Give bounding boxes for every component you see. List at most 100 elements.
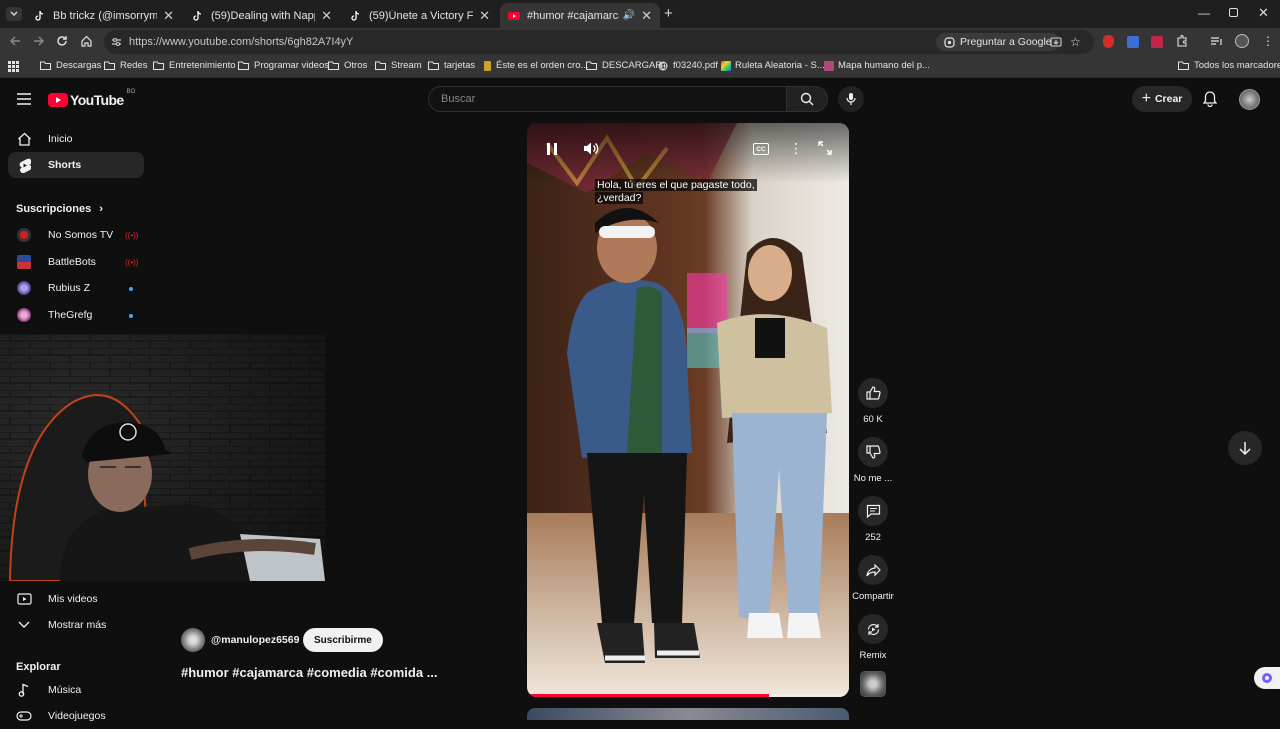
closed-captions-icon[interactable]: CC — [753, 143, 769, 155]
short-title[interactable]: #humor #cajamarca #comedia #comida ... — [181, 665, 438, 680]
more-vert-icon[interactable]: ⋮ — [789, 140, 803, 157]
new-content-dot — [129, 314, 133, 318]
bookmark-link[interactable]: f03240.pdf — [658, 60, 718, 71]
folder-icon — [238, 61, 249, 70]
video-library-icon — [16, 593, 32, 605]
search-button[interactable] — [786, 86, 828, 112]
sidebar-item-my-videos[interactable]: Mis videos — [8, 586, 144, 612]
subscription-item[interactable]: No Somos TV — [8, 222, 144, 248]
close-icon[interactable]: ✕ — [163, 8, 174, 24]
youtube-logo-icon — [48, 93, 68, 107]
tab-search-button[interactable] — [6, 7, 22, 21]
progress-bar[interactable] — [527, 694, 849, 697]
site-info-icon[interactable] — [111, 37, 122, 47]
search-input[interactable]: Buscar — [428, 86, 787, 112]
install-app-icon[interactable] — [1050, 36, 1062, 48]
sidebar-item-music[interactable]: Música — [8, 677, 144, 703]
browser-tab[interactable]: (59)Dealing with Nappy Explosi ✕ — [184, 3, 340, 28]
volume-icon[interactable] — [583, 141, 599, 156]
remix-button[interactable]: Remix — [852, 614, 894, 661]
bookmark-link[interactable]: Mapa humano del p... — [824, 60, 930, 71]
bookmarks-bar: Descargas Redes Entretenimiento Programa… — [0, 56, 1280, 78]
audio-source-thumbnail[interactable] — [860, 671, 886, 697]
short-video-player[interactable]: CC ⋮ Hola, tú eres el que pagaste todo, … — [527, 123, 849, 697]
minimize-icon[interactable]: — — [1198, 6, 1210, 20]
close-icon[interactable]: ✕ — [641, 8, 652, 24]
extensions-puzzle-icon[interactable] — [1176, 35, 1188, 47]
close-icon[interactable]: ✕ — [479, 8, 490, 24]
media-controls-icon[interactable] — [1210, 36, 1223, 47]
chevron-down-icon — [10, 11, 18, 16]
subscribe-button[interactable]: Suscribirme — [303, 628, 383, 652]
like-button[interactable]: 60 K — [852, 378, 894, 425]
pause-icon[interactable] — [545, 142, 559, 156]
extension-icon[interactable] — [1151, 36, 1163, 48]
speaker-icon[interactable]: 🔊 — [623, 10, 635, 21]
new-tab-plus-icon[interactable]: + — [664, 5, 673, 22]
lens-icon — [944, 36, 955, 48]
back-arrow-icon[interactable] — [9, 35, 21, 47]
account-avatar[interactable] — [1239, 89, 1260, 110]
comments-button[interactable]: 252 — [852, 496, 894, 543]
webcam-overlay — [0, 334, 325, 581]
bookmark-label: Éste es el orden cro... — [496, 60, 589, 71]
browser-tab[interactable]: Bb trickz (@imsorrymissjackson ✕ — [26, 3, 182, 28]
restore-icon[interactable] — [1229, 8, 1238, 17]
fullscreen-icon[interactable] — [818, 141, 832, 155]
translate-extension-icon[interactable] — [1127, 36, 1139, 48]
remix-icon — [867, 623, 879, 635]
youtube-logo[interactable]: YouTube BO — [48, 89, 135, 108]
share-button[interactable]: Compartir — [852, 555, 894, 602]
create-button[interactable]: + Crear — [1132, 86, 1192, 112]
hamburger-menu-icon[interactable] — [17, 93, 31, 105]
browser-tab[interactable]: (59)Únete a Victory F.C.: Entren ✕ — [342, 3, 498, 28]
bookmark-folder[interactable]: Descargas — [40, 60, 101, 71]
bookmark-folder[interactable]: Stream — [375, 60, 422, 71]
notifications-bell-icon[interactable] — [1203, 91, 1217, 107]
sidebar-item-label: Música — [48, 684, 82, 696]
close-icon[interactable]: ✕ — [321, 8, 332, 24]
folder-icon — [586, 61, 597, 70]
bookmark-folder[interactable]: DESCARGAR — [586, 60, 662, 71]
all-bookmarks-folder[interactable]: Todos los marcadores — [1178, 60, 1280, 71]
folder-icon — [40, 61, 51, 70]
bookmark-folder[interactable]: Programar videos — [238, 60, 329, 71]
dislike-button[interactable]: No me ... — [852, 437, 894, 484]
bookmark-star-icon[interactable]: ☆ — [1070, 35, 1081, 49]
sidebar-show-more[interactable]: Mostrar más — [8, 612, 144, 638]
apps-grid-icon[interactable] — [8, 61, 19, 72]
sidebar-item-gaming[interactable]: Videojuegos — [8, 703, 144, 729]
bookmark-folder[interactable]: Entretenimiento — [153, 60, 236, 71]
close-window-icon[interactable]: ✕ — [1258, 5, 1269, 21]
ask-google-button[interactable]: Preguntar a Google — [936, 33, 1060, 51]
more-vert-icon[interactable]: ⋮ — [1262, 34, 1274, 48]
home-icon[interactable] — [80, 35, 93, 47]
like-count: 60 K — [863, 414, 883, 425]
profile-avatar[interactable] — [1235, 34, 1249, 48]
address-bar[interactable]: https://www.youtube.com/shorts/6gh82A7I4… — [104, 30, 1094, 54]
channel-avatar — [17, 308, 31, 322]
next-short-button[interactable] — [1228, 431, 1262, 465]
reload-icon[interactable] — [56, 35, 68, 47]
sidebar-item-shorts[interactable]: Shorts — [8, 152, 144, 178]
bookmark-label: Ruleta Aleatoria - S... — [735, 60, 825, 71]
next-short-preview[interactable] — [527, 708, 849, 720]
extension-icon[interactable] — [1103, 35, 1114, 48]
forward-arrow-icon[interactable] — [33, 35, 45, 47]
subscription-item[interactable]: BattleBots — [8, 249, 144, 275]
sidebar-item-home[interactable]: Inicio — [8, 126, 144, 152]
voice-search-button[interactable] — [838, 86, 864, 112]
channel-avatar[interactable] — [181, 628, 205, 652]
subscriptions-header[interactable]: Suscripciones › — [16, 203, 103, 215]
bookmark-folder[interactable]: Otros — [328, 60, 367, 71]
browser-tab-active[interactable]: #humor #cajamarca #come 🔊 ✕ — [500, 3, 660, 28]
assistant-button[interactable] — [1254, 667, 1280, 689]
bookmark-folder[interactable]: tarjetas — [428, 60, 475, 71]
bookmark-folder[interactable]: Redes — [104, 60, 147, 71]
bookmark-link[interactable]: Éste es el orden cro... — [484, 60, 588, 71]
subscription-item[interactable]: TheGrefg — [8, 302, 144, 328]
bookmark-link[interactable]: Ruleta Aleatoria - S... — [721, 60, 825, 71]
channel-handle[interactable]: @manulopez6569 — [211, 634, 299, 646]
subscription-item[interactable]: Rubius Z — [8, 275, 144, 301]
browser-tab-bar: Bb trickz (@imsorrymissjackson ✕ (59)Dea… — [0, 0, 1280, 28]
